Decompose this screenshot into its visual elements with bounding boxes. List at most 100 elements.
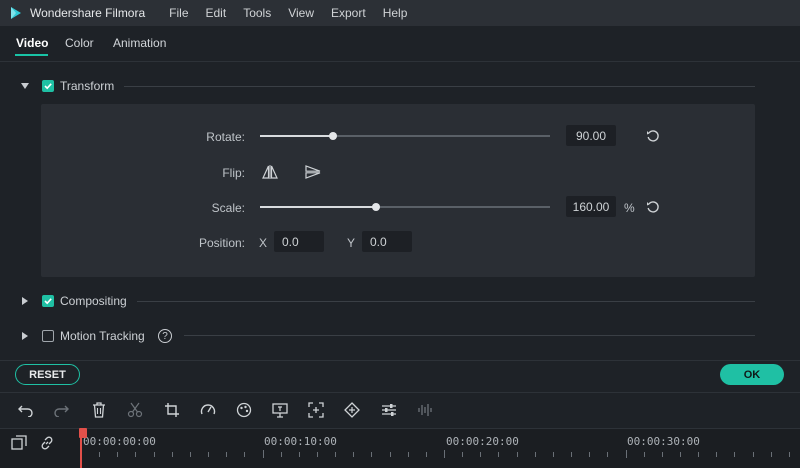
position-x-label: X xyxy=(259,236,268,250)
adjust-icon[interactable] xyxy=(380,401,398,419)
menu-export[interactable]: Export xyxy=(331,6,366,20)
timeline-tick xyxy=(335,452,337,457)
timeline-tick xyxy=(498,452,500,457)
motion-tracking-checkbox[interactable] xyxy=(42,330,54,342)
help-icon[interactable]: ? xyxy=(158,329,172,343)
scale-value-input[interactable]: 160.00 xyxy=(566,196,616,217)
scale-slider[interactable] xyxy=(260,203,550,211)
reset-rotate-icon[interactable] xyxy=(645,128,661,144)
zoom-icon[interactable] xyxy=(307,401,325,419)
flip-label: Flip: xyxy=(222,166,245,180)
timeline-tick xyxy=(298,452,300,457)
delete-icon[interactable] xyxy=(90,401,108,419)
section-divider xyxy=(184,335,755,336)
cut-icon[interactable] xyxy=(126,401,144,419)
motion-tracking-section-header[interactable]: Motion Tracking xyxy=(20,326,145,346)
rotate-value-input[interactable]: 90.00 xyxy=(566,125,616,146)
expand-right-arrow-icon[interactable] xyxy=(20,296,30,306)
rotate-label: Rotate: xyxy=(206,130,245,144)
timecode-label: 00:00:00:00 xyxy=(83,435,156,448)
flip-vertical-icon[interactable] xyxy=(305,164,321,180)
transform-checkbox[interactable] xyxy=(42,80,54,92)
speed-icon[interactable] xyxy=(199,401,217,419)
timeline-tick xyxy=(716,452,718,457)
timeline-tick xyxy=(480,452,482,457)
link-icon[interactable] xyxy=(38,434,56,452)
menu-view[interactable]: View xyxy=(288,6,314,20)
flip-horizontal-icon[interactable] xyxy=(262,164,278,180)
compositing-label: Compositing xyxy=(60,294,127,308)
timeline-tick xyxy=(208,452,210,457)
timeline-tick xyxy=(625,450,627,458)
timeline-tick xyxy=(516,452,518,457)
crop-icon[interactable] xyxy=(163,401,181,419)
timeline-tick xyxy=(99,452,101,457)
scale-unit: % xyxy=(624,201,635,215)
freeze-frame-icon[interactable] xyxy=(271,401,289,419)
menu-tools[interactable]: Tools xyxy=(243,6,271,20)
tab-bar: Video Color Animation xyxy=(0,26,800,62)
compositing-section-header[interactable]: Compositing xyxy=(20,291,127,311)
motion-tracking-label: Motion Tracking xyxy=(60,329,145,343)
timecode-label: 00:00:30:00 xyxy=(627,435,700,448)
timeline-tick xyxy=(389,452,391,457)
timeline-tick xyxy=(534,452,536,457)
timecode-label: 00:00:20:00 xyxy=(446,435,519,448)
timeline-ruler[interactable] xyxy=(0,428,800,468)
tab-video[interactable]: Video xyxy=(16,36,48,50)
timeline-tick xyxy=(189,452,191,457)
transform-label: Transform xyxy=(60,79,115,93)
audio-icon[interactable] xyxy=(416,401,434,419)
timeline-tick xyxy=(679,452,681,457)
title-bar: Wondershare Filmora File Edit Tools View… xyxy=(0,0,800,26)
tab-animation[interactable]: Animation xyxy=(113,36,166,50)
timeline-tick xyxy=(552,452,554,457)
timeline-tick xyxy=(589,452,591,457)
menu-help[interactable]: Help xyxy=(383,6,408,20)
timeline-tick xyxy=(734,452,736,457)
scale-slider-handle[interactable] xyxy=(372,203,380,211)
timeline-tick xyxy=(371,452,373,457)
scale-slider-fill xyxy=(260,206,376,208)
timeline-tick xyxy=(661,452,663,457)
add-track-icon[interactable] xyxy=(10,434,28,452)
filmora-logo-icon xyxy=(8,5,24,21)
undo-icon[interactable] xyxy=(17,401,35,419)
timeline-tick xyxy=(770,452,772,457)
compositing-checkbox[interactable] xyxy=(42,295,54,307)
reset-scale-icon[interactable] xyxy=(645,199,661,215)
timeline-tick xyxy=(117,452,119,457)
rotate-slider-handle[interactable] xyxy=(328,132,337,140)
scale-label: Scale: xyxy=(211,201,245,215)
position-label: Position: xyxy=(198,236,245,250)
expand-down-arrow-icon[interactable] xyxy=(20,81,30,91)
reset-button[interactable]: RESET xyxy=(15,364,80,385)
timeline-tick xyxy=(571,452,573,457)
timeline-tick xyxy=(353,452,355,457)
position-x-input[interactable]: 0.0 xyxy=(274,231,324,252)
tab-color[interactable]: Color xyxy=(65,36,94,50)
timeline-tick xyxy=(171,452,173,457)
timeline-tick xyxy=(244,452,246,457)
menu-file[interactable]: File xyxy=(169,6,188,20)
footer-bar xyxy=(0,360,800,390)
timeline-tick xyxy=(135,452,137,457)
ok-button[interactable]: OK xyxy=(720,364,784,385)
section-divider xyxy=(137,301,755,302)
position-y-label: Y xyxy=(347,236,356,250)
section-divider xyxy=(124,86,755,87)
timeline-tick xyxy=(752,452,754,457)
timeline-tick xyxy=(226,452,228,457)
transform-section-header[interactable]: Transform xyxy=(20,76,114,96)
keyframe-icon[interactable] xyxy=(343,401,361,419)
rotate-slider[interactable] xyxy=(260,132,550,140)
expand-right-arrow-icon[interactable] xyxy=(20,331,30,341)
timeline-tick xyxy=(607,452,609,457)
color-icon[interactable] xyxy=(235,401,253,419)
playhead-handle[interactable] xyxy=(79,428,87,438)
redo-icon[interactable] xyxy=(52,401,70,419)
menu-edit[interactable]: Edit xyxy=(206,6,227,20)
position-y-input[interactable]: 0.0 xyxy=(362,231,412,252)
timeline-tick xyxy=(262,450,264,458)
timeline-tick xyxy=(280,452,282,457)
